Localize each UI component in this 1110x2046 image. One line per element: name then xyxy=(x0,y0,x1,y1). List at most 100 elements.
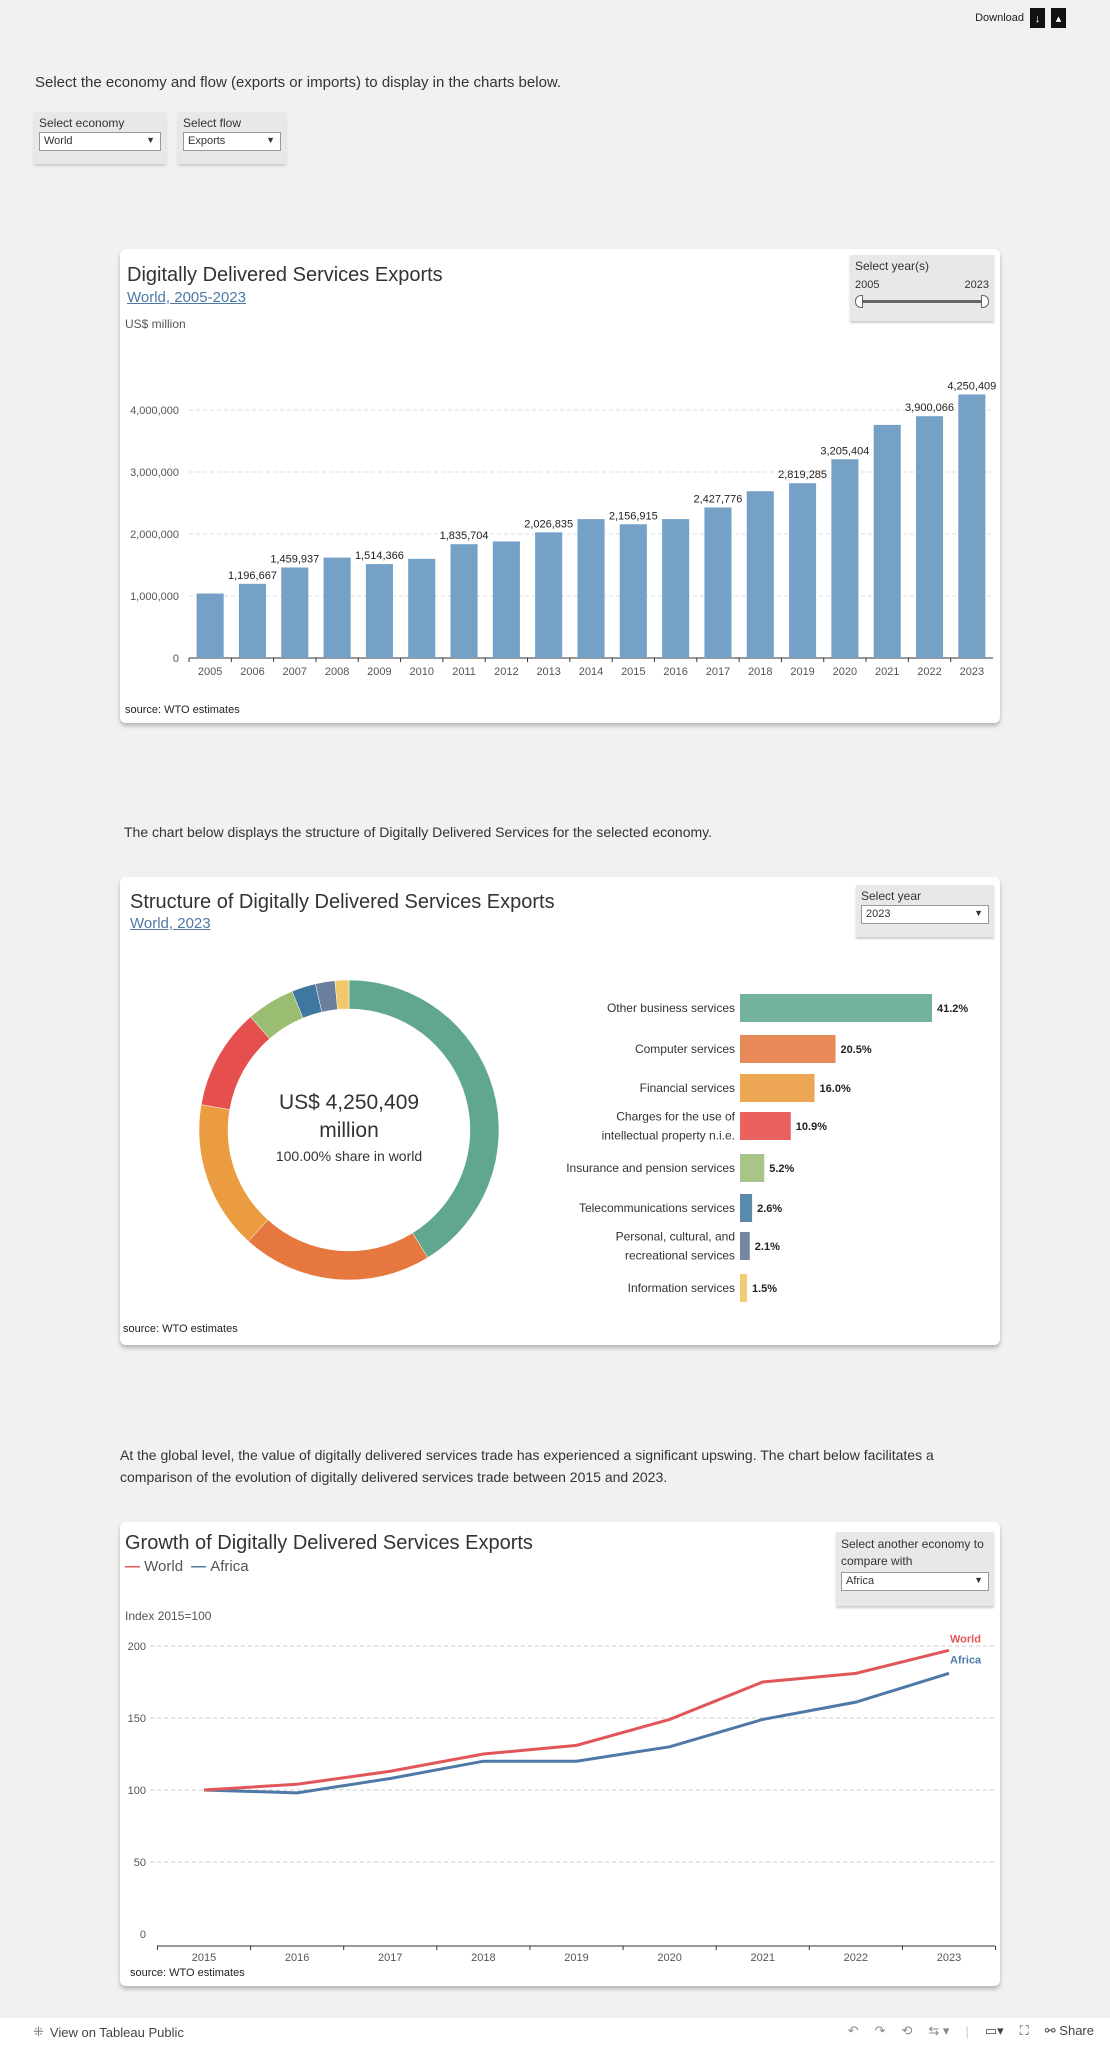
tableau-toolbar: ⁜ View on Tableau Public ↶ ↷ ⟲ ⇆ ▾ | ▭▾ … xyxy=(0,2018,1110,2046)
bar-2006 xyxy=(238,583,267,658)
x-tick-label: 2013 xyxy=(536,666,560,678)
bar-2017 xyxy=(704,507,732,658)
share-label: Share xyxy=(1059,2023,1094,2038)
chevron-down-icon: ▼ xyxy=(146,135,155,145)
flow-filter-label: Select flow xyxy=(183,116,242,130)
data-label: 2,819,285 xyxy=(778,469,827,481)
flow-filter: Select flow Exports ▼ xyxy=(178,112,286,164)
category-label: Other business services xyxy=(607,1001,735,1015)
share-bar xyxy=(740,1154,765,1182)
category-label: Financial services xyxy=(640,1081,735,1095)
x-tick-label: 2016 xyxy=(663,666,687,678)
category-label: Personal, cultural, and xyxy=(616,1230,735,1244)
chevron-down-icon: ▼ xyxy=(266,135,275,145)
download-label: Download xyxy=(975,12,1024,24)
line-world xyxy=(203,1648,950,1792)
x-tick-label: 2017 xyxy=(378,1952,402,1964)
bar-2022 xyxy=(915,416,944,658)
category-label: intellectual property n.i.e. xyxy=(602,1129,735,1143)
share-bar xyxy=(740,1232,750,1260)
x-tick-label: 2021 xyxy=(751,1952,775,1964)
share-label: 2.1% xyxy=(755,1241,780,1253)
share-label: 41.2% xyxy=(937,1003,968,1015)
download-data-icon[interactable]: ↓ xyxy=(1030,8,1045,28)
data-label: 2,026,835 xyxy=(524,518,573,530)
data-label: 3,205,404 xyxy=(820,445,869,457)
x-tick-label: 2008 xyxy=(325,666,349,678)
download-image-icon[interactable]: ▴ xyxy=(1051,8,1066,28)
view-on-tableau-link[interactable]: ⁜ View on Tableau Public xyxy=(33,2024,184,2040)
share-button[interactable]: ⚯ Share xyxy=(1045,2023,1094,2039)
share-icon: ⚯ xyxy=(1044,2023,1056,2038)
redo-icon[interactable]: ↷ xyxy=(875,2023,886,2039)
x-tick-label: 2023 xyxy=(960,666,984,678)
category-label: Telecommunications services xyxy=(579,1201,735,1215)
y-tick-label: 4,000,000 xyxy=(130,405,179,417)
x-tick-label: 2023 xyxy=(937,1952,961,1964)
data-label: 1,835,704 xyxy=(440,530,489,542)
economy-select[interactable]: World ▼ xyxy=(39,132,161,151)
x-tick-label: 2022 xyxy=(917,666,941,678)
bar-2015 xyxy=(619,524,647,658)
flow-select[interactable]: Exports ▼ xyxy=(183,132,281,151)
x-tick-label: 2011 xyxy=(452,666,476,678)
bar-2014 xyxy=(577,519,605,658)
category-label: Insurance and pension services xyxy=(566,1161,735,1175)
bar-2009 xyxy=(365,564,393,658)
economy-filter: Select economy World ▼ xyxy=(34,112,166,164)
end-label: World xyxy=(950,1633,981,1645)
x-tick-label: 2019 xyxy=(564,1952,588,1964)
x-tick-label: 2017 xyxy=(706,666,730,678)
share-label: 1.5% xyxy=(752,1283,777,1295)
divider: | xyxy=(965,2023,969,2039)
x-tick-label: 2007 xyxy=(283,666,307,678)
bar-2005 xyxy=(196,593,224,658)
undo-icon[interactable]: ↶ xyxy=(848,2023,859,2039)
end-label: Africa xyxy=(950,1654,982,1666)
total-unit: million xyxy=(319,1119,379,1142)
category-label: Charges for the use of xyxy=(616,1110,735,1124)
data-label: 1,459,937 xyxy=(270,553,319,565)
y-tick-label: 3,000,000 xyxy=(130,467,179,479)
structure-card: Structure of Digitally Delivered Service… xyxy=(120,877,1000,1345)
share-text: 100.00% share in world xyxy=(275,1148,423,1164)
y-axis-label: Index 2015=100 xyxy=(125,1609,212,1623)
source-note: source: WTO estimates xyxy=(130,1967,245,1979)
share-label: 20.5% xyxy=(841,1044,872,1056)
y-tick-label: 50 xyxy=(134,1857,146,1869)
y-axis-label: US$ million xyxy=(125,317,186,331)
data-label: 2,427,776 xyxy=(693,493,742,505)
y-tick-label: 150 xyxy=(128,1713,146,1725)
share-bar xyxy=(740,1074,815,1102)
growth-line-chart: Index 2015=100 0 50 100 150 200 2015 2016 2017 20… xyxy=(125,1609,997,1964)
y-tick-label: 1,000,000 xyxy=(130,591,179,603)
device-preview-icon[interactable]: ▭▾ xyxy=(985,2023,1004,2039)
bar-2020 xyxy=(831,459,859,658)
revert-icon[interactable]: ⟲ xyxy=(902,2023,913,2039)
x-tick-label: 2018 xyxy=(471,1952,495,1964)
data-label: 3,900,066 xyxy=(905,402,954,414)
share-label: 16.0% xyxy=(820,1083,851,1095)
bar-2018 xyxy=(746,491,774,658)
data-label: 2,156,915 xyxy=(609,510,658,522)
bar-2010 xyxy=(408,558,436,658)
share-bar xyxy=(740,994,932,1022)
structure-intro-text: The chart below displays the structure o… xyxy=(124,824,713,840)
bar-2013 xyxy=(535,532,563,658)
y-tick-label: 2,000,000 xyxy=(130,529,179,541)
x-tick-label: 2022 xyxy=(844,1952,868,1964)
category-label: recreational services xyxy=(625,1249,735,1263)
x-tick-label: 2006 xyxy=(240,666,264,678)
y-tick-label: 200 xyxy=(128,1641,146,1653)
source-note: source: WTO estimates xyxy=(125,704,240,716)
x-tick-label: 2020 xyxy=(833,666,857,678)
y-tick-label: 0 xyxy=(173,653,179,665)
total-value: US$ 4,250,409 xyxy=(278,1091,420,1114)
bar-2007 xyxy=(281,567,309,658)
bar-2011 xyxy=(450,544,478,658)
x-tick-label: 2016 xyxy=(285,1952,309,1964)
bar-2019 xyxy=(789,483,817,658)
fullscreen-icon[interactable]: ⛶ xyxy=(1020,2023,1029,2039)
x-tick-label: 2015 xyxy=(621,666,645,678)
refresh-icon[interactable]: ⇆ ▾ xyxy=(928,2023,949,2039)
